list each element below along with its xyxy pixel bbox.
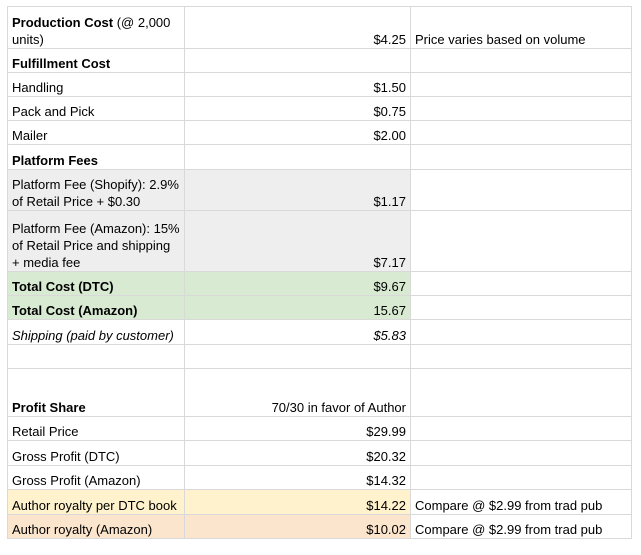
cell-label[interactable]: Profit Share — [7, 368, 185, 417]
cell-value[interactable]: $9.67 — [184, 271, 411, 296]
cell-value[interactable]: 15.67 — [184, 295, 411, 320]
cell-label[interactable]: Platform Fee (Shopify): 2.9% of Retail P… — [7, 169, 185, 211]
sheet-row: Mailer $2.00 — [7, 120, 632, 145]
sheet-row: Gross Profit (DTC) $20.32 — [7, 440, 632, 466]
cell-label[interactable]: Author royalty per DTC book — [7, 489, 185, 515]
sheet-row: Handling $1.50 — [7, 72, 632, 97]
spreadsheet-body: Production Cost (@ 2,000 units) $4.25 Pric… — [7, 6, 632, 539]
cell-value[interactable]: $1.50 — [184, 72, 411, 97]
cell-label[interactable]: Handling — [7, 72, 185, 97]
cell-note[interactable] — [410, 271, 632, 296]
sheet-row: Production Cost (@ 2,000 units) $4.25 Pric… — [7, 6, 632, 49]
cell-label[interactable]: Gross Profit (Amazon) — [7, 465, 185, 490]
cell-label[interactable]: Pack and Pick — [7, 96, 185, 121]
sheet-row: Shipping (paid by customer) $5.83 — [7, 319, 632, 345]
cell-value[interactable]: $7.17 — [184, 210, 411, 272]
cell-value[interactable]: $0.75 — [184, 96, 411, 121]
cell-label[interactable]: Gross Profit (DTC) — [7, 440, 185, 466]
cell-value[interactable] — [184, 48, 411, 73]
sheet-row: Retail Price $29.99 — [7, 416, 632, 441]
sheet-row: Total Cost (Amazon) 15.67 — [7, 295, 632, 320]
sheet-row: Platform Fees — [7, 144, 632, 170]
cell-label[interactable]: Platform Fee (Amazon): 15% of Retail Pri… — [7, 210, 185, 272]
cell-value[interactable]: $29.99 — [184, 416, 411, 441]
cell-note[interactable]: Compare @ $2.99 from trad pub — [410, 489, 632, 515]
cell-label[interactable]: Fulfillment Cost — [7, 48, 185, 73]
cell-label[interactable]: Retail Price — [7, 416, 185, 441]
cell-note[interactable] — [410, 144, 632, 170]
cell-value[interactable]: $14.32 — [184, 465, 411, 490]
cell-note[interactable] — [410, 344, 632, 369]
sheet-row: Author royalty per DTC book $14.22 Compare… — [7, 489, 632, 515]
cell-note[interactable] — [410, 416, 632, 441]
cell-note[interactable] — [410, 210, 632, 272]
cell-value[interactable]: $20.32 — [184, 440, 411, 466]
cell-note[interactable] — [410, 169, 632, 211]
cell-note[interactable] — [410, 72, 632, 97]
cell-note[interactable] — [410, 319, 632, 345]
sheet-row — [7, 344, 632, 369]
cell-value[interactable]: $5.83 — [184, 319, 411, 345]
spreadsheet-table: Production Cost (@ 2,000 units) $4.25 Pric… — [7, 6, 632, 539]
cell-note[interactable] — [410, 465, 632, 490]
cell-label[interactable]: Production Cost (@ 2,000 units) — [7, 6, 185, 49]
sheet-row: Pack and Pick $0.75 — [7, 96, 632, 121]
sheet-row: Fulfillment Cost — [7, 48, 632, 73]
cell-note[interactable] — [410, 120, 632, 145]
sheet-row: Platform Fee (Amazon): 15% of Retail Pri… — [7, 210, 632, 272]
cell-note[interactable] — [410, 48, 632, 73]
cell-value[interactable] — [184, 344, 411, 369]
cell-value[interactable]: $10.02 — [184, 514, 411, 539]
cell-label[interactable]: Mailer — [7, 120, 185, 145]
sheet-row: Profit Share 70/30 in favor of Author — [7, 368, 632, 417]
sheet-row: Platform Fee (Shopify): 2.9% of Retail P… — [7, 169, 632, 211]
cell-note[interactable]: Price varies based on volume — [410, 6, 632, 49]
cell-label[interactable] — [7, 344, 185, 369]
cell-note[interactable]: Compare @ $2.99 from trad pub — [410, 514, 632, 539]
cell-note[interactable] — [410, 440, 632, 466]
sheet-row: Total Cost (DTC) $9.67 — [7, 271, 632, 296]
cell-note[interactable] — [410, 368, 632, 417]
cell-value[interactable]: $1.17 — [184, 169, 411, 211]
cell-label[interactable]: Shipping (paid by customer) — [7, 319, 185, 345]
cell-value[interactable]: $4.25 — [184, 6, 411, 49]
sheet-row: Author royalty (Amazon) $10.02 Compare @ $… — [7, 514, 632, 539]
cell-value[interactable]: $14.22 — [184, 489, 411, 515]
cell-value[interactable] — [184, 144, 411, 170]
cell-value[interactable]: 70/30 in favor of Author — [184, 368, 411, 417]
sheet-row: Gross Profit (Amazon) $14.32 — [7, 465, 632, 490]
cell-label[interactable]: Platform Fees — [7, 144, 185, 170]
cell-label-bold: Production Cost — [12, 15, 114, 30]
cell-label[interactable]: Total Cost (DTC) — [7, 271, 185, 296]
cell-label[interactable]: Author royalty (Amazon) — [7, 514, 185, 539]
cell-note[interactable] — [410, 295, 632, 320]
cell-value[interactable]: $2.00 — [184, 120, 411, 145]
cell-note[interactable] — [410, 96, 632, 121]
cell-label[interactable]: Total Cost (Amazon) — [7, 295, 185, 320]
